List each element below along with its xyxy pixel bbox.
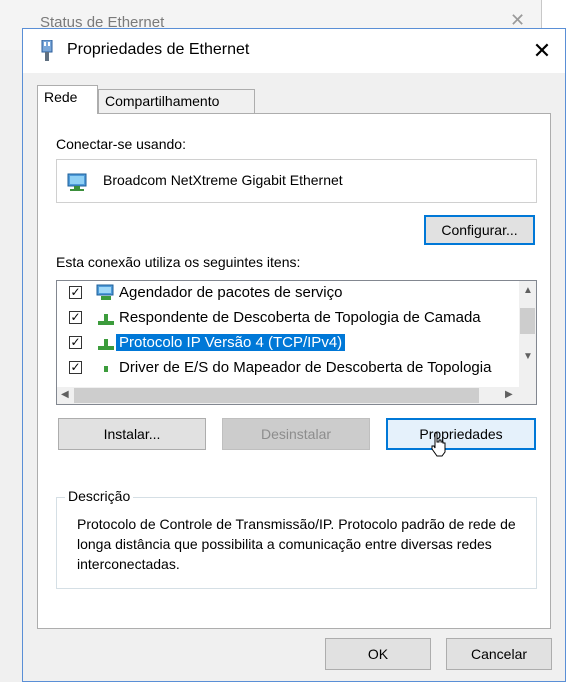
item-label-selected: Protocolo IP Versão 4 (TCP/IPv4) bbox=[116, 334, 346, 351]
adapter-field: Broadcom NetXtreme Gigabit Ethernet bbox=[56, 159, 537, 203]
protocol-icon bbox=[98, 314, 114, 325]
scroll-right-icon[interactable]: ▶ bbox=[505, 389, 513, 400]
description-group: Descrição Protocolo de Controle de Trans… bbox=[56, 488, 537, 589]
close-icon: ✕ bbox=[532, 38, 552, 63]
mouse-cursor-icon bbox=[431, 432, 446, 457]
item-checkbox[interactable]: ✓ bbox=[69, 361, 82, 374]
install-button[interactable]: Instalar... bbox=[58, 418, 206, 450]
item-checkbox[interactable]: ✓ bbox=[69, 336, 82, 349]
horizontal-scrollbar[interactable]: ◀ ▶ bbox=[57, 387, 536, 404]
ethernet-icon bbox=[41, 40, 53, 61]
scroll-down-icon[interactable]: ▼ bbox=[523, 351, 533, 362]
close-button[interactable]: ✕ bbox=[519, 29, 565, 73]
description-title: Descrição bbox=[65, 488, 134, 504]
network-adapter-icon bbox=[67, 173, 87, 191]
tab-compartilhamento[interactable]: Compartilhamento bbox=[98, 89, 255, 113]
items-list[interactable]: ✓ Agendador de pacotes de serviço ✓ Resp… bbox=[56, 280, 537, 405]
connect-using-label: Conectar-se usando: bbox=[56, 136, 186, 152]
item-checkbox[interactable]: ✓ bbox=[69, 286, 82, 299]
list-item[interactable]: ✓ Agendador de pacotes de serviço bbox=[57, 281, 517, 305]
scroll-up-icon[interactable]: ▲ bbox=[523, 285, 533, 296]
item-label: Driver de E/S do Mapeador de Descoberta … bbox=[119, 359, 492, 376]
list-item[interactable]: ✓ Driver de E/S do Mapeador de Descobert… bbox=[57, 356, 517, 380]
protocol-icon bbox=[98, 339, 114, 350]
network-service-icon bbox=[96, 284, 114, 300]
item-label: Respondente de Descoberta de Topologia d… bbox=[119, 309, 481, 326]
tab-rede[interactable]: Rede bbox=[37, 85, 98, 114]
items-label: Esta conexão utiliza os seguintes itens: bbox=[56, 254, 301, 270]
configure-button[interactable]: Configurar... bbox=[424, 215, 535, 245]
vertical-scroll-thumb[interactable] bbox=[520, 308, 535, 334]
item-checkbox[interactable]: ✓ bbox=[69, 311, 82, 324]
cancel-button[interactable]: Cancelar bbox=[446, 638, 552, 670]
background-window-edge bbox=[0, 50, 23, 682]
scroll-left-icon[interactable]: ◀ bbox=[61, 389, 69, 400]
protocol-icon bbox=[104, 366, 108, 372]
ok-button[interactable]: OK bbox=[325, 638, 431, 670]
list-item[interactable]: ✓ Respondente de Descoberta de Topologia… bbox=[57, 306, 517, 330]
description-text: Protocolo de Controle de Transmissão/IP.… bbox=[77, 516, 516, 572]
uninstall-button[interactable]: Desinstalar bbox=[222, 418, 370, 450]
properties-button[interactable]: Propriedades bbox=[386, 418, 536, 450]
item-label: Agendador de pacotes de serviço bbox=[119, 284, 343, 301]
tab-panel-rede: Conectar-se usando: Broadcom NetXtreme G… bbox=[37, 113, 551, 629]
adapter-name: Broadcom NetXtreme Gigabit Ethernet bbox=[103, 172, 343, 188]
list-item[interactable]: ✓ Protocolo IP Versão 4 (TCP/IPv4) bbox=[57, 331, 517, 355]
dialog-title: Propriedades de Ethernet bbox=[67, 41, 250, 58]
vertical-scrollbar[interactable]: ▲ ▼ bbox=[519, 281, 536, 387]
titlebar: Propriedades de Ethernet ✕ bbox=[23, 29, 565, 73]
ethernet-properties-dialog: Propriedades de Ethernet ✕ Rede Comparti… bbox=[22, 28, 566, 682]
horizontal-scroll-thumb[interactable] bbox=[74, 388, 479, 403]
